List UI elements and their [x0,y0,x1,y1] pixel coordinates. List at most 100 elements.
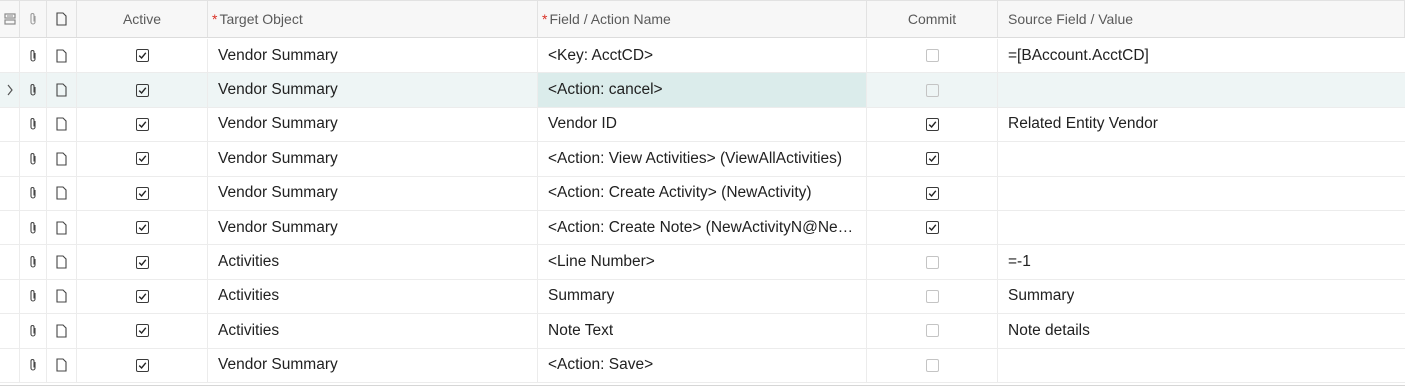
table-row[interactable]: Vendor Summary <Action: Create Activity> … [0,176,1405,211]
paperclip-icon[interactable] [20,279,47,314]
document-icon[interactable] [47,176,77,210]
field-action-name-cell[interactable]: Note Text [538,314,867,348]
checkbox-empty-icon[interactable] [925,289,939,303]
target-object-cell[interactable]: Vendor Summary [208,211,538,245]
source-field-value-cell[interactable]: Related Entity Vendor [998,108,1405,141]
active-cell[interactable] [77,73,208,107]
source-field-value-cell[interactable] [998,211,1405,244]
active-cell[interactable] [77,279,208,314]
field-action-name-cell[interactable]: Vendor ID [538,107,867,142]
document-icon[interactable] [47,348,77,382]
checkbox-checked-icon[interactable] [135,221,149,235]
field-action-name-cell[interactable]: <Action: Create Activity> (NewActivity) [538,176,867,210]
table-row[interactable]: Vendor Summary <Action: cancel> [0,73,1405,108]
table-row[interactable]: Vendor Summary <Action: View Activities> … [0,142,1405,177]
table-row[interactable]: Vendor Summary <Key: AcctCD> =[BAccount.Ac… [0,39,1405,74]
table-row[interactable]: Vendor Summary Vendor ID Related Entity Ve… [0,107,1405,143]
target-object-cell[interactable]: Vendor Summary [208,39,538,73]
active-cell[interactable] [77,314,208,348]
commit-cell[interactable] [867,142,998,176]
table-row[interactable]: Vendor Summary <Action: Create Note> (New… [0,211,1405,246]
document-icon[interactable] [47,245,77,279]
target-object-cell[interactable]: Vendor Summary [208,107,538,142]
row-selector[interactable] [0,39,20,73]
active-cell[interactable] [77,211,208,245]
paperclip-icon[interactable] [20,211,47,245]
row-selector[interactable] [0,279,20,314]
commit-cell[interactable] [867,73,998,107]
commit-cell[interactable] [867,279,998,314]
paperclip-icon[interactable] [20,245,47,279]
paperclip-icon[interactable] [20,176,47,210]
checkbox-checked-icon[interactable] [135,117,149,131]
commit-cell[interactable] [867,211,998,245]
paperclip-icon[interactable] [20,348,47,382]
source-field-value-cell[interactable] [998,73,1405,106]
commit-cell[interactable] [867,176,998,210]
paperclip-icon[interactable] [20,107,47,142]
checkbox-checked-icon[interactable] [925,152,939,166]
checkbox-checked-icon[interactable] [135,358,149,372]
target-object-cell[interactable]: Vendor Summary [208,142,538,176]
checkbox-empty-icon[interactable] [925,324,939,338]
row-selector[interactable] [0,314,20,348]
paperclip-icon[interactable] [20,73,47,107]
checkbox-checked-icon[interactable] [925,117,939,131]
checkbox-checked-icon[interactable] [135,83,149,97]
active-cell[interactable] [77,107,208,142]
document-icon[interactable] [47,211,77,245]
checkbox-checked-icon[interactable] [135,186,149,200]
paperclip-icon[interactable] [20,314,47,348]
document-icon[interactable] [47,73,77,107]
document-icon[interactable] [47,314,77,348]
target-object-cell[interactable]: Vendor Summary [208,348,538,382]
checkbox-checked-icon[interactable] [135,49,149,63]
table-row[interactable]: Activities Summary Summary [0,279,1405,315]
commit-cell[interactable] [867,39,998,73]
document-icon[interactable] [47,279,77,314]
column-header-commit[interactable]: Commit [867,1,998,37]
field-action-name-cell[interactable]: <Action: Create Note> (NewActivityN@Ne… [538,211,867,245]
target-object-cell[interactable]: Vendor Summary [208,176,538,210]
field-action-name-cell[interactable]: <Action: View Activities> (ViewAllActivi… [538,142,867,176]
active-cell[interactable] [77,39,208,73]
field-action-name-cell[interactable]: Summary [538,279,867,314]
checkbox-empty-icon[interactable] [925,358,939,372]
commit-cell[interactable] [867,314,998,348]
table-row[interactable]: Activities <Line Number> =-1 [0,245,1405,280]
row-selector[interactable] [0,348,20,382]
field-action-name-cell[interactable]: <Action: Save> [538,348,867,382]
source-field-value-cell[interactable]: Summary [998,280,1405,313]
table-row[interactable]: Activities Note Text Note details [0,314,1405,349]
column-header-active[interactable]: Active [77,1,208,37]
checkbox-checked-icon[interactable] [135,152,149,166]
checkbox-checked-icon[interactable] [135,289,149,303]
document-icon[interactable] [47,39,77,73]
target-object-cell[interactable]: Vendor Summary [208,73,538,107]
commit-cell[interactable] [867,245,998,279]
row-selector[interactable] [0,107,20,142]
document-icon[interactable] [47,142,77,176]
source-field-value-cell[interactable]: =[BAccount.AcctCD] [998,39,1405,72]
column-header-field-action-name[interactable]: * Field / Action Name [538,1,867,37]
checkbox-empty-icon[interactable] [925,83,939,97]
checkbox-checked-icon[interactable] [925,186,939,200]
row-selector[interactable] [0,142,20,176]
source-field-value-cell[interactable]: Note details [998,314,1405,347]
field-action-name-cell[interactable]: <Action: cancel> [538,73,867,107]
target-object-cell[interactable]: Activities [208,279,538,314]
row-selector[interactable] [0,73,20,107]
document-icon[interactable] [47,107,77,142]
rows-icon[interactable] [0,1,20,37]
commit-cell[interactable] [867,107,998,142]
paperclip-icon[interactable] [20,142,47,176]
column-header-source-field-value[interactable]: Source Field / Value [998,1,1405,37]
row-selector[interactable] [0,211,20,245]
source-field-value-cell[interactable]: =-1 [998,245,1405,278]
column-header-target-object[interactable]: * Target Object [208,1,538,37]
table-row[interactable]: Vendor Summary <Action: Save> [0,348,1405,383]
commit-cell[interactable] [867,348,998,382]
paperclip-icon[interactable] [20,39,47,73]
field-action-name-cell[interactable]: <Line Number> [538,245,867,279]
row-selector[interactable] [0,245,20,279]
